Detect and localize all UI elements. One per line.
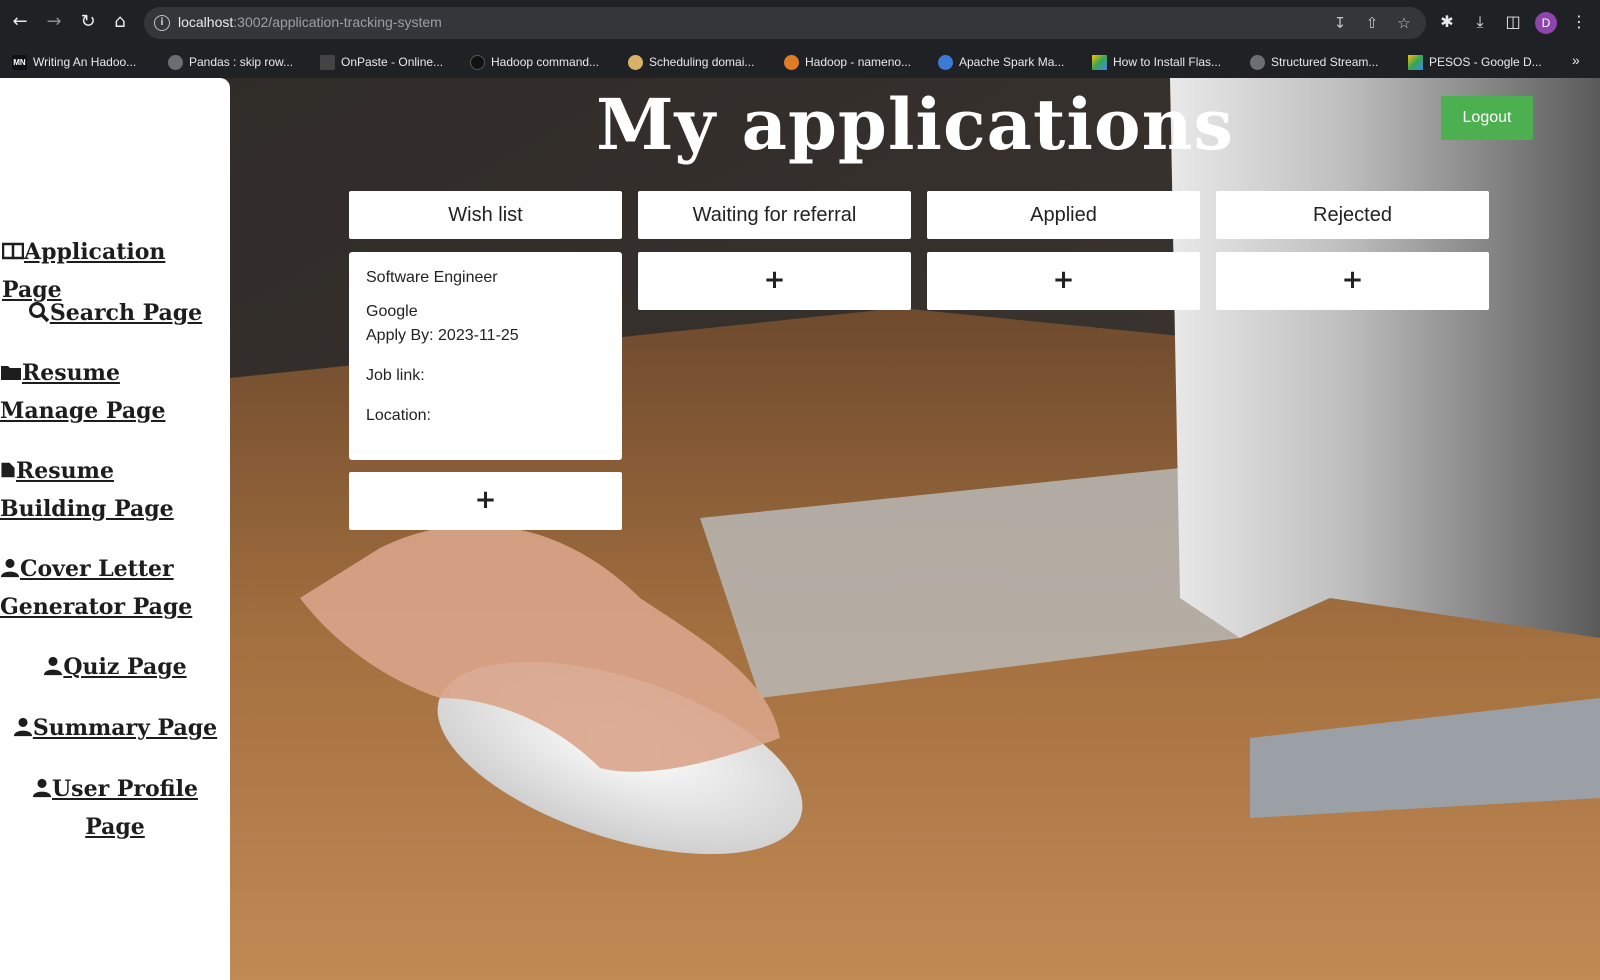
user-icon bbox=[13, 717, 32, 737]
card-job-title: Software Engineer bbox=[366, 269, 498, 286]
extensions-icon[interactable]: ✱ bbox=[1436, 11, 1458, 33]
sidebar-item-label: Resume Manage Page bbox=[0, 360, 166, 424]
add-applied-button[interactable]: + bbox=[927, 252, 1200, 310]
globe-icon bbox=[1250, 54, 1265, 70]
card-job-link: Job link: bbox=[366, 367, 425, 384]
bookmark-item[interactable]: MN Writing An Hadoo... bbox=[12, 53, 136, 71]
address-bar[interactable]: i localhost:3002/application-tracking-sy… bbox=[144, 7, 1426, 39]
sidebar-item-user-profile-page[interactable]: User Profile Page bbox=[0, 770, 230, 846]
bookmark-label: Writing An Hadoo... bbox=[33, 55, 137, 69]
share-icon[interactable]: ⇧ bbox=[1362, 13, 1382, 33]
sidebar-item-label: Resume Building Page bbox=[0, 458, 174, 522]
sidebar-item-label: Cover Letter Generator Page bbox=[0, 556, 193, 620]
bookmark-item[interactable]: Scheduling domai... bbox=[628, 53, 754, 71]
home-icon[interactable]: ⌂ bbox=[108, 10, 132, 34]
add-wish-list-button[interactable]: + bbox=[349, 472, 622, 530]
bookmark-item[interactable]: Hadoop - nameno... bbox=[784, 53, 911, 71]
bookmark-label: OnPaste - Online... bbox=[341, 55, 444, 69]
drive-icon bbox=[1408, 54, 1423, 70]
sidebar-item-label: Search Page bbox=[49, 300, 203, 326]
scheduling-icon bbox=[628, 54, 643, 70]
menu-kebab-icon[interactable]: ⋮ bbox=[1568, 11, 1590, 33]
table-icon bbox=[2, 242, 24, 260]
bookmark-label: Scheduling domai... bbox=[649, 55, 755, 69]
user-icon bbox=[44, 656, 63, 676]
github-icon bbox=[470, 54, 485, 70]
bookmark-item[interactable]: Hadoop command... bbox=[470, 53, 599, 71]
column-header-applied: Applied bbox=[927, 191, 1200, 239]
bookmark-item[interactable]: PESOS - Google D... bbox=[1408, 53, 1542, 71]
bookmark-label: Hadoop command... bbox=[491, 55, 600, 69]
back-icon[interactable]: ← bbox=[8, 10, 32, 34]
page-viewport: Application Page Search Page Resume Mana… bbox=[0, 78, 1600, 980]
column-header-wish-list: Wish list bbox=[349, 191, 622, 239]
bookmark-label: Pandas : skip row... bbox=[189, 55, 294, 69]
user-icon bbox=[0, 558, 20, 578]
url-host: localhost bbox=[178, 14, 234, 30]
bookmark-item[interactable]: Apache Spark Ma... bbox=[938, 53, 1064, 71]
bookmark-label: Hadoop - nameno... bbox=[805, 55, 912, 69]
bookmark-label: Apache Spark Ma... bbox=[959, 55, 1065, 69]
sidebar-item-label: User Profile Page bbox=[52, 776, 198, 840]
column-header-rejected: Rejected bbox=[1216, 191, 1489, 239]
forward-icon[interactable]: → bbox=[42, 10, 66, 34]
bookmark-star-icon[interactable]: ☆ bbox=[1394, 13, 1414, 33]
sidebar-item-summary-page[interactable]: Summary Page bbox=[0, 709, 230, 747]
card-location: Location: bbox=[366, 407, 431, 424]
site-info-icon[interactable]: i bbox=[154, 15, 170, 31]
profile-avatar[interactable]: D bbox=[1535, 12, 1557, 34]
file-icon bbox=[1, 462, 15, 478]
user-icon bbox=[32, 778, 52, 798]
bookmark-item[interactable]: Structured Stream... bbox=[1250, 53, 1378, 71]
stackoverflow-icon bbox=[784, 54, 799, 70]
globe-icon bbox=[168, 54, 183, 70]
bookmarks-bar: MN Writing An Hadoo... Pandas : skip row… bbox=[0, 46, 1600, 78]
search-icon bbox=[28, 302, 50, 323]
page-title: My applications bbox=[596, 83, 1234, 166]
side-panel-icon[interactable]: ◫ bbox=[1502, 11, 1524, 33]
url-text[interactable]: localhost:3002/application-tracking-syst… bbox=[178, 14, 442, 30]
folder-icon bbox=[1, 366, 21, 380]
column-header-waiting-for-referral: Waiting for referral bbox=[638, 191, 911, 239]
downloads-icon[interactable]: ⤓ bbox=[1469, 11, 1491, 33]
bookmark-label: PESOS - Google D... bbox=[1429, 55, 1542, 69]
logout-button[interactable]: Logout bbox=[1441, 96, 1533, 140]
sidebar-nav: Application Page Search Page Resume Mana… bbox=[0, 78, 230, 980]
sidebar-item-quiz-page[interactable]: Quiz Page bbox=[0, 648, 230, 686]
url-path: :3002/application-tracking-system bbox=[233, 14, 442, 30]
bookmark-label: Structured Stream... bbox=[1271, 55, 1379, 69]
browser-toolbar: ← → ↻ ⌂ i localhost:3002/application-tra… bbox=[0, 0, 1600, 46]
add-rejected-button[interactable]: + bbox=[1216, 252, 1489, 310]
bookmark-favicon-icon: MN bbox=[12, 54, 27, 70]
install-app-icon[interactable]: ↧ bbox=[1330, 13, 1350, 33]
add-waiting-for-referral-button[interactable]: + bbox=[638, 252, 911, 310]
drive-icon bbox=[1092, 54, 1107, 70]
bookmark-item[interactable]: OnPaste - Online... bbox=[320, 53, 443, 71]
card-apply-by: Apply By: 2023-11-25 bbox=[366, 327, 519, 344]
bookmark-label: How to Install Flas... bbox=[1113, 55, 1222, 69]
sidebar-item-cover-letter-generator-page[interactable]: Cover Letter Generator Page bbox=[0, 550, 225, 626]
bookmarks-overflow-icon[interactable]: » bbox=[1572, 52, 1580, 68]
spark-icon bbox=[938, 54, 953, 70]
onpaste-icon bbox=[320, 54, 335, 70]
bookmark-item[interactable]: How to Install Flas... bbox=[1092, 53, 1221, 71]
card-company: Google bbox=[366, 303, 418, 320]
sidebar-item-search-page[interactable]: Search Page bbox=[0, 294, 230, 332]
sidebar-item-resume-building-page[interactable]: Resume Building Page bbox=[0, 452, 225, 528]
sidebar-item-label: Quiz Page bbox=[63, 654, 187, 680]
bookmark-item[interactable]: Pandas : skip row... bbox=[168, 53, 293, 71]
reload-icon[interactable]: ↻ bbox=[76, 10, 100, 34]
application-card[interactable]: Software Engineer Google Apply By: 2023-… bbox=[349, 252, 622, 460]
sidebar-item-resume-manage-page[interactable]: Resume Manage Page bbox=[0, 354, 225, 430]
sidebar-item-label: Summary Page bbox=[32, 715, 218, 741]
